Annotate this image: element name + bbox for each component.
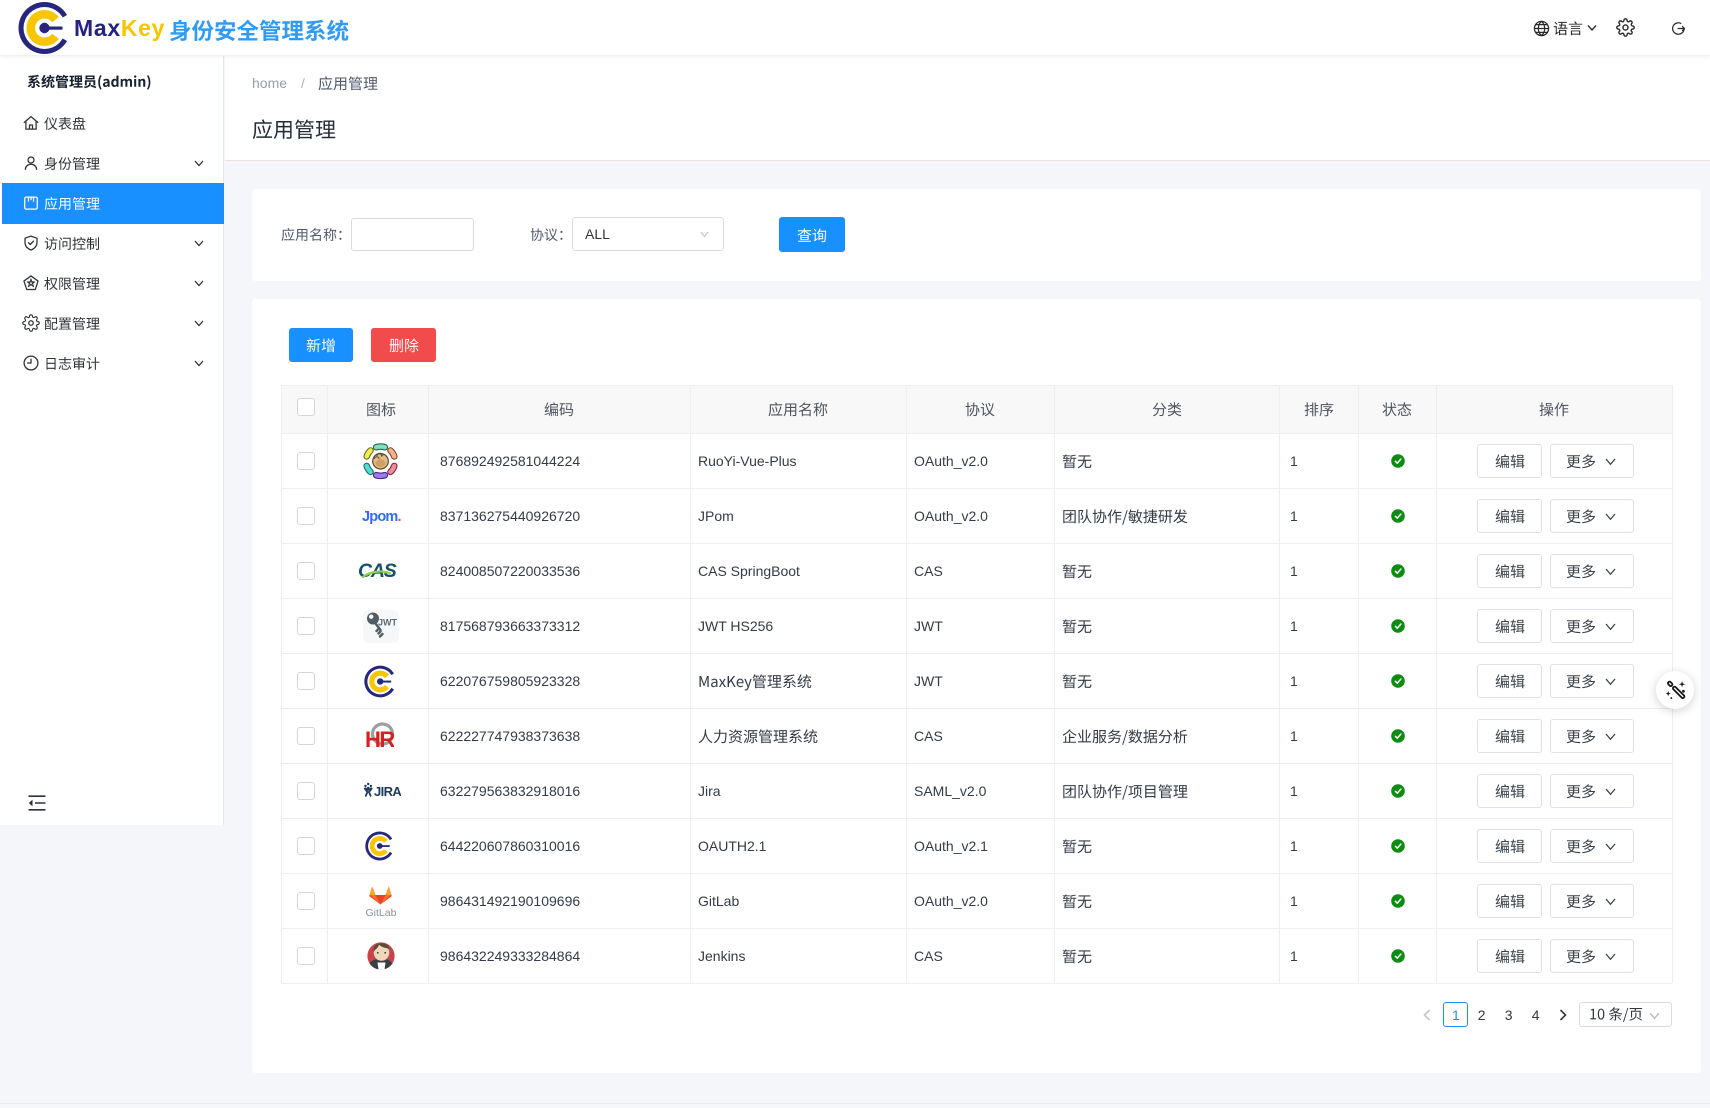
svg-text:GitLab: GitLab	[366, 907, 397, 919]
svg-text:JIRA: JIRA	[374, 784, 401, 799]
svg-text:HR: HR	[366, 727, 394, 752]
svg-text:JWT: JWT	[378, 617, 398, 627]
